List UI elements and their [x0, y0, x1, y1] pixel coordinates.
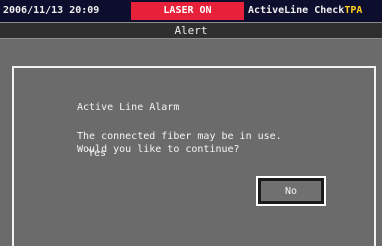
- check-name: ActiveLine Check: [248, 5, 345, 16]
- check-tag: TPA: [344, 5, 363, 16]
- no-button[interactable]: No: [256, 176, 326, 206]
- yes-button[interactable]: Yes: [88, 148, 106, 159]
- window-title-bar: Alert: [0, 22, 382, 39]
- laser-status-badge: LASER ON: [131, 2, 244, 20]
- no-button-label: No: [284, 185, 298, 197]
- alert-heading: Active Line Alarm: [77, 102, 180, 113]
- window-title: Alert: [174, 24, 208, 37]
- datetime-display: 2006/11/13 20:09: [3, 5, 100, 16]
- check-mode-label: ActiveLine CheckTPA: [248, 5, 362, 16]
- alert-dialog: Active Line Alarm The connected fiber ma…: [12, 66, 376, 246]
- alert-message-line-1: The connected fiber may be in use.: [77, 131, 282, 142]
- status-bar: 2006/11/13 20:09 LASER ON ActiveLine Che…: [0, 0, 382, 22]
